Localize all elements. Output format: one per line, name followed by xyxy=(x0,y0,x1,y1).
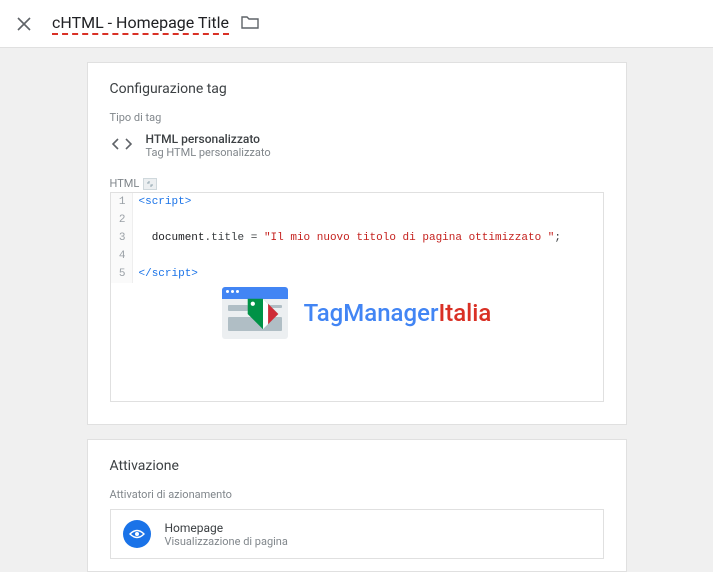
pageview-icon xyxy=(123,520,151,548)
html-field-label: HTML xyxy=(110,177,604,190)
config-card-title: Configurazione tag xyxy=(110,81,604,97)
folder-icon[interactable] xyxy=(241,15,259,33)
expand-icon[interactable] xyxy=(143,178,157,190)
activators-label: Attivatori di azionamento xyxy=(110,488,604,501)
watermark-text: TagManagerItalia xyxy=(304,299,492,327)
code-l1: <script> xyxy=(139,196,192,208)
tag-type-row: HTML personalizzato Tag HTML personalizz… xyxy=(110,132,604,159)
code-l4 xyxy=(133,247,139,265)
code-l3d: ; xyxy=(554,232,561,244)
code-editor[interactable]: 1<script> 2 3 document.title = "Il mio n… xyxy=(110,192,604,402)
trigger-desc: Visualizzazione di pagina xyxy=(165,535,288,548)
activation-card[interactable]: Attivazione Attivatori di azionamento Ho… xyxy=(87,439,627,572)
close-icon[interactable] xyxy=(12,12,36,36)
code-l5: </script> xyxy=(139,268,198,280)
trigger-row[interactable]: Homepage Visualizzazione di pagina xyxy=(110,509,604,559)
header-bar: cHTML - Homepage Title xyxy=(0,0,713,48)
watermark-text-1: TagManager xyxy=(304,299,439,327)
watermark-text-2: Italia xyxy=(438,299,491,327)
watermark-icon xyxy=(222,283,292,343)
activation-card-title: Attivazione xyxy=(110,458,604,474)
code-icon xyxy=(110,132,134,156)
tag-type-desc: Tag HTML personalizzato xyxy=(146,146,271,159)
page-title[interactable]: cHTML - Homepage Title xyxy=(52,13,229,35)
watermark: TagManagerItalia xyxy=(111,283,603,343)
html-label-text: HTML xyxy=(110,177,140,190)
content-area: Configurazione tag Tipo di tag HTML pers… xyxy=(0,48,713,572)
code-l3a: document xyxy=(139,232,205,244)
config-card[interactable]: Configurazione tag Tipo di tag HTML pers… xyxy=(87,62,627,425)
code-l2 xyxy=(133,211,139,229)
code-l3c: "Il mio nuovo titolo di pagina ottimizza… xyxy=(264,232,554,244)
type-label: Tipo di tag xyxy=(110,111,604,124)
trigger-name: Homepage xyxy=(165,521,288,535)
code-l3b: .title = xyxy=(205,232,264,244)
tag-type-name: HTML personalizzato xyxy=(146,132,271,146)
